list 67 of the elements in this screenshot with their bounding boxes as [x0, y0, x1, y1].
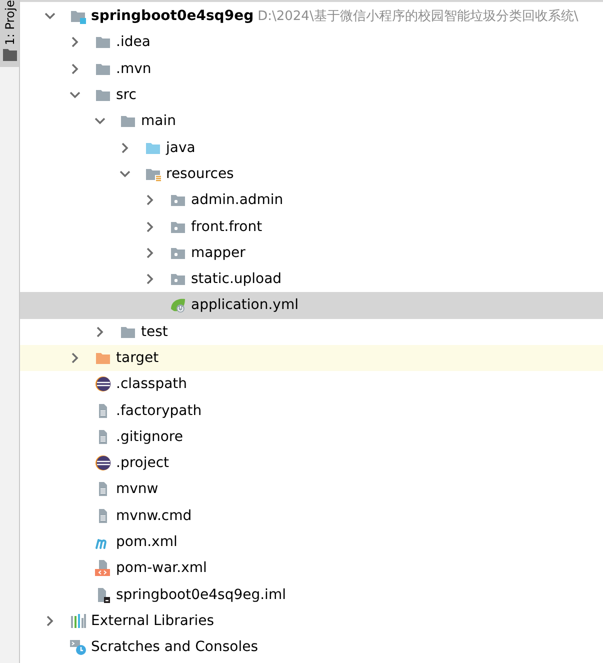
eclipse-icon — [95, 455, 111, 472]
tree-row[interactable]: test — [20, 318, 603, 345]
tree-row[interactable]: admin.admin — [20, 187, 603, 214]
libraries-icon — [70, 612, 86, 629]
tree-row[interactable]: main — [20, 108, 603, 134]
item-label: .factorypath — [116, 402, 202, 419]
leaf-icon — [170, 297, 186, 314]
tree-row[interactable]: resources — [20, 160, 603, 188]
item-label: src — [116, 87, 136, 104]
item-label: External Libraries — [91, 612, 214, 629]
item-label: main — [141, 113, 176, 130]
tree-row[interactable]: pom.xml — [20, 528, 603, 556]
item-label: target — [116, 350, 159, 366]
tree-row[interactable]: mvnw — [20, 476, 603, 503]
tree-row[interactable]: mapper — [20, 240, 603, 266]
item-label: .mvn — [116, 60, 152, 77]
folder-icon — [120, 113, 136, 130]
module-folder-icon — [70, 8, 86, 24]
item-label: pom-war.xml — [116, 560, 207, 576]
item-label: .gitignore — [116, 428, 183, 445]
item-label: front.front — [191, 218, 262, 235]
scratches-icon — [70, 639, 86, 656]
item-label: resources — [166, 166, 234, 182]
folder-icon — [2, 49, 16, 62]
item-label: .project — [116, 455, 170, 472]
tree-row[interactable]: springboot0e4sq9eg D:\2024\基于微信小程序的校园智能垃圾分类回收系统\ — [20, 3, 603, 30]
item-label: mvnw.cmd — [116, 508, 192, 524]
tree-row[interactable]: src — [20, 82, 603, 108]
xml-file-icon — [95, 560, 111, 576]
project-path: D:\2024\基于微信小程序的校园智能垃圾分类回收系统\ — [258, 8, 578, 26]
tree-row[interactable]: static.upload — [20, 266, 603, 292]
folder-icon — [95, 87, 111, 104]
tree-row[interactable]: External Libraries — [20, 608, 603, 634]
tree-row[interactable]: target — [20, 344, 603, 372]
project-tab[interactable]: 1: Proje — [0, 0, 19, 68]
tree-row[interactable]: .gitignore — [20, 424, 603, 450]
tree-row[interactable]: springboot0e4sq9eg.iml — [20, 582, 603, 608]
tree-row[interactable]: .project — [20, 450, 603, 476]
item-label: .classpath — [116, 376, 188, 392]
item-label: static.upload — [191, 271, 282, 288]
tree-row[interactable]: pom-war.xml — [20, 555, 603, 582]
item-label: springboot0e4sq9eg — [91, 8, 254, 24]
item-label: pom.xml — [116, 534, 178, 550]
eclipse-icon — [95, 376, 111, 392]
tree-row[interactable]: .idea — [20, 29, 603, 56]
folder-icon — [95, 34, 111, 50]
item-label: test — [141, 324, 168, 340]
package-folder-icon — [170, 271, 186, 288]
tree-row[interactable]: .classpath — [20, 371, 603, 398]
item-label: Scratches and Consoles — [91, 639, 258, 656]
tree-row[interactable]: mvnw.cmd — [20, 502, 603, 529]
item-label: springboot0e4sq9eg.iml — [116, 586, 286, 603]
item-label: mapper — [191, 244, 246, 261]
package-folder-icon — [170, 192, 186, 208]
tree-row[interactable]: front.front — [20, 213, 603, 240]
tree-row[interactable]: java — [20, 134, 603, 161]
item-label: .idea — [116, 34, 150, 50]
item-label: admin.admin — [191, 192, 284, 208]
item-label: mvnw — [116, 481, 158, 498]
item-label: java — [166, 140, 196, 156]
module-file-icon — [95, 586, 111, 603]
tree-row[interactable]: .mvn — [20, 56, 603, 82]
tree-row[interactable]: Scratches and Consoles — [20, 634, 603, 660]
tree-row[interactable]: .factorypath — [20, 397, 603, 424]
tree-row[interactable]: application.yml — [20, 292, 603, 319]
folder-icon — [95, 350, 111, 366]
item-label: application.yml — [191, 297, 298, 314]
